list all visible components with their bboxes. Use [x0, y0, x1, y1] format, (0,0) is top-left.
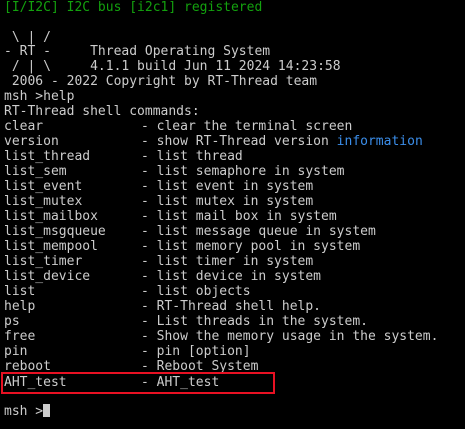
- command-description: - list memory pool in system: [141, 239, 361, 254]
- command-description: - list thread: [141, 149, 243, 164]
- shell-prompt: msh >: [4, 404, 44, 419]
- terminal-window[interactable]: [I/I2C] I2C bus [i2c1] registered \ | / …: [0, 0, 465, 429]
- command-name: list_mutex: [4, 194, 83, 209]
- command-description: - list mail box in system: [141, 209, 337, 224]
- command-description: - list message queue in system: [141, 224, 376, 239]
- banner-copyright: 2006 - 2022 Copyright by RT-Thread team: [4, 74, 318, 89]
- command-name: clear: [4, 119, 44, 134]
- command-description: - list timer in system: [141, 254, 314, 269]
- command-name: help: [4, 299, 36, 314]
- text-cursor: [43, 404, 51, 417]
- command-name: list_mempool: [4, 239, 98, 254]
- command-description: - list semaphore in system: [141, 164, 345, 179]
- command-name: pin: [4, 344, 28, 359]
- command-description: - show RT-Thread version: [141, 134, 337, 149]
- command-description: - Show the memory usage in the system.: [141, 329, 439, 344]
- information-link[interactable]: information: [337, 134, 423, 149]
- commands-title: RT-Thread shell commands:: [4, 104, 200, 119]
- banner-logo-line-1: \ | /: [4, 30, 51, 45]
- command-name: list_thread: [4, 149, 91, 164]
- command-description: - clear the terminal screen: [141, 119, 353, 134]
- command-description: - list device in system: [141, 269, 322, 284]
- command-name: list: [4, 284, 36, 299]
- command-name: list_sem: [4, 164, 67, 179]
- command-name: list_mailbox: [4, 209, 98, 224]
- command-description: - RT-Thread shell help.: [141, 299, 322, 314]
- banner-logo-line-2: - RT - Thread Operating System: [4, 44, 271, 59]
- command-name: version: [4, 134, 59, 149]
- command-description: - list objects: [141, 284, 251, 299]
- command-description: - list mutex in system: [141, 194, 314, 209]
- command-name: free: [4, 329, 36, 344]
- command-description: - pin [option]: [141, 344, 251, 359]
- command-name: list_device: [4, 269, 91, 284]
- command-name: ps: [4, 314, 20, 329]
- highlight-annotation-box: [1, 372, 275, 394]
- i2c-log-line: [I/I2C] I2C bus [i2c1] registered: [4, 0, 263, 15]
- command-name: list_event: [4, 179, 83, 194]
- command-description: - List threads in the system.: [141, 314, 368, 329]
- shell-prompt-line[interactable]: msh >: [4, 404, 51, 419]
- help-command-line: msh >help: [4, 89, 75, 104]
- banner-logo-line-3: / | \ 4.1.1 build Jun 11 2024 14:23:58: [4, 59, 341, 74]
- command-description-with-link: - show RT-Thread version information: [141, 134, 423, 149]
- command-name: list_timer: [4, 254, 83, 269]
- command-description: - list event in system: [141, 179, 314, 194]
- command-name: list_msgqueue: [4, 224, 106, 239]
